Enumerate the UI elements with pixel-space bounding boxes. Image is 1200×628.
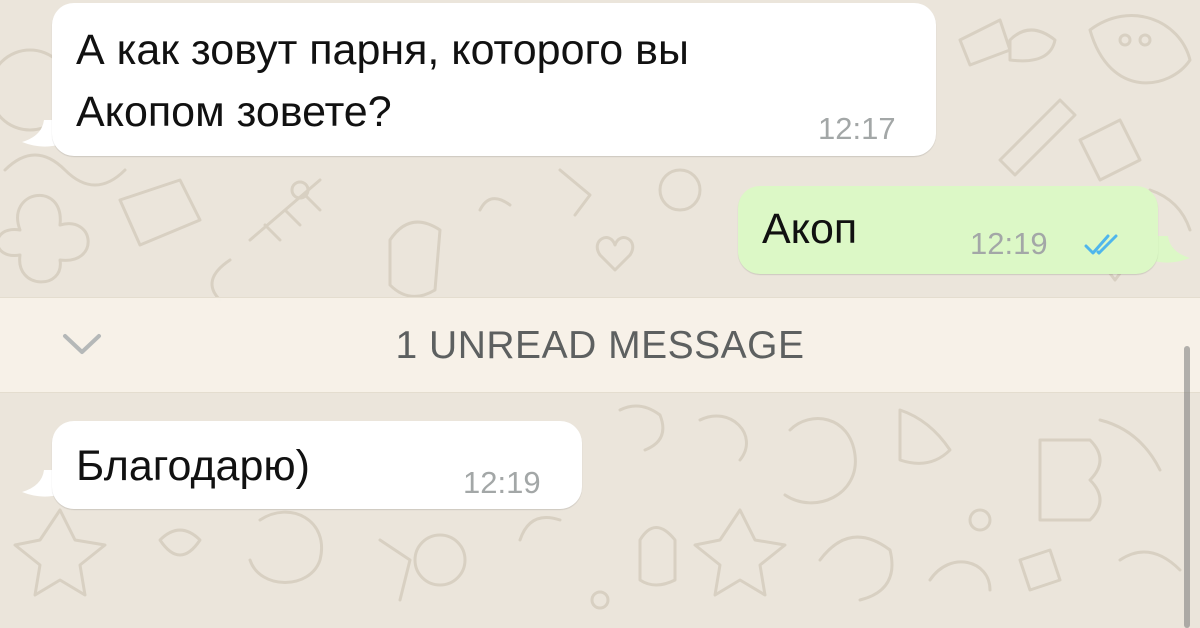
message-timestamp: 12:19 [970, 226, 1048, 261]
unread-banner-label: 1 UNREAD MESSAGE [395, 324, 805, 367]
message-text: А как зовут парня, которого вы [76, 26, 689, 74]
scrollbar[interactable] [1184, 346, 1190, 628]
message-text: Акоп [762, 205, 858, 253]
unread-messages-banner[interactable]: 1 UNREAD MESSAGE [0, 297, 1200, 393]
incoming-message-bubble[interactable]: А как зовут парня, которого вы Акопом зо… [52, 3, 936, 156]
double-check-read-icon [1084, 234, 1118, 255]
message-text: Акопом зовете? [76, 88, 392, 136]
incoming-message-bubble[interactable]: Благодарю) 12:19 [52, 421, 582, 509]
outgoing-message-bubble[interactable]: Акоп 12:19 [738, 186, 1158, 274]
message-timestamp: 12:17 [818, 111, 896, 146]
message-text: Благодарю) [76, 442, 310, 490]
message-timestamp: 12:19 [463, 465, 541, 500]
